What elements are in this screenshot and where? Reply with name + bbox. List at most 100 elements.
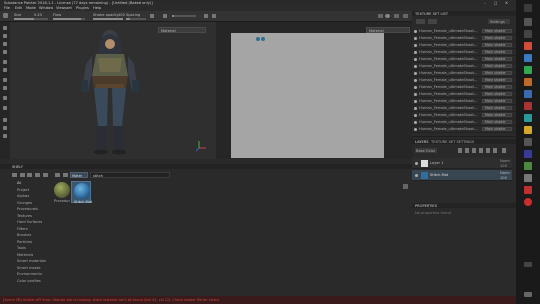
eye-icon[interactable] [414,120,417,124]
properties-toggle-icon[interactable] [3,134,7,138]
shelf-category-item[interactable]: Color profiles [17,279,41,283]
texture-set-row[interactable]: Human_Female_ultimateShoot... Main shader [412,98,516,105]
add-folder-icon[interactable] [486,148,490,153]
eye-icon[interactable] [415,174,418,177]
shader-dropdown[interactable]: Main shader [482,35,512,41]
size-slider[interactable] [14,18,48,20]
shelf-category-item[interactable]: Environments [17,272,42,276]
minimize-button[interactable]: – [484,1,486,5]
list-view-icon[interactable] [43,173,48,177]
shader-dropdown[interactable]: Main shader [482,105,512,111]
eye-icon[interactable] [414,78,417,82]
viewport-3d[interactable]: Material [10,22,216,159]
shader-dropdown[interactable]: Main shader [482,119,512,125]
polygon-fill-tool-icon[interactable] [3,86,7,90]
layers-toggle-icon[interactable] [3,126,7,130]
shader-dropdown[interactable]: Main shader [482,77,512,83]
shader-dropdown[interactable]: Main shader [482,49,512,55]
shelf-search-input[interactable]: stitch [90,172,170,178]
eye-icon[interactable] [414,57,417,61]
app-icon[interactable] [524,54,532,62]
shelf-category-item[interactable]: Textures [17,214,32,218]
app-icon[interactable] [524,90,532,98]
close-button[interactable]: ✕ [505,1,508,5]
tsl-sort-button[interactable] [428,19,437,24]
add-mask-icon[interactable] [472,148,476,153]
shelf-category-item[interactable]: Procedurals [17,207,38,211]
layer-blend[interactable]: Norm [500,159,510,163]
bake-tool-icon[interactable] [3,106,7,110]
maximize-button[interactable]: □ [494,1,497,5]
paint-tool-icon[interactable] [3,26,7,30]
eye-icon[interactable] [414,113,417,117]
texture-set-row[interactable]: Human_Female_ultimateShoot... Main shader [412,84,516,91]
shelf-category-item[interactable]: Smart materials [17,259,46,263]
eye-icon[interactable] [415,162,418,165]
start-icon[interactable] [524,4,532,12]
app-icon[interactable] [524,186,532,194]
shelf-toggle-icon[interactable] [3,118,7,122]
display-settings-icon[interactable] [378,14,383,18]
shelf-category-item[interactable]: Brushes [17,233,31,237]
app-icon[interactable] [524,138,532,146]
texture-set-row[interactable]: Human_Female_ultimateShoot... Main shader [412,126,516,133]
layer-blend[interactable]: Norm [500,171,510,175]
eye-icon[interactable] [414,43,417,47]
viewport-3d-mode-dropdown[interactable]: Material [158,27,206,33]
tsl-filter-button[interactable] [416,19,425,24]
tsl-settings-dropdown[interactable]: Settings [488,19,510,24]
layer-row[interactable]: Layer 1 Norm 100 [412,158,512,169]
shader-dropdown[interactable]: Main shader [482,126,512,132]
filter-chip[interactable]: Mater [70,172,88,178]
app-icon[interactable] [524,66,532,74]
app-icon[interactable] [524,162,532,170]
shelf-category-item[interactable]: Tools [17,246,26,250]
layer-opacity[interactable]: 100 [500,176,507,180]
camera-icon[interactable] [204,14,208,18]
shader-dropdown[interactable]: Main shader [482,98,512,104]
eraser-tool-icon[interactable] [3,34,7,38]
screenshot-icon[interactable] [394,14,399,18]
import-icon[interactable] [20,173,25,177]
menu-viewport[interactable]: Viewport [56,6,72,10]
grid-view-icon[interactable] [35,173,40,177]
shader-dropdown[interactable]: Main shader [482,112,512,118]
app-icon[interactable] [524,78,532,86]
app-icon[interactable] [524,114,532,122]
texture-set-row[interactable]: Human_Female_ultimateShoot... Main shader [412,42,516,49]
app-icon[interactable] [524,150,532,158]
render-icon[interactable] [403,14,408,18]
notification-icon[interactable] [524,292,532,297]
eye-icon[interactable] [414,99,417,103]
menu-edit[interactable]: Edit [15,6,22,10]
filter-icon[interactable] [55,173,60,177]
shader-dropdown[interactable]: Main shader [482,63,512,69]
geometry-decal-tool-icon[interactable] [3,50,7,54]
uv-canvas[interactable] [231,33,384,158]
task-view-icon[interactable] [524,30,532,38]
clone-tool-icon[interactable] [3,68,7,72]
eye-icon[interactable] [414,71,417,75]
shader-dropdown[interactable]: Main shader [482,84,512,90]
shader-dropdown[interactable]: Main shader [482,70,512,76]
texture-set-row[interactable]: Human_Female_ultimateShoot... Main shader [412,28,516,35]
add-paint-layer-icon[interactable] [458,148,462,153]
flow-slider[interactable] [53,18,85,20]
duplicate-layer-icon[interactable] [493,148,497,153]
shelf-category-item[interactable]: Project [17,188,29,192]
shelf-category-item[interactable]: Alphas [17,194,29,198]
shelf-category-item[interactable]: Filters [17,227,28,231]
smudge-tool-icon[interactable] [3,60,7,64]
tab-layers[interactable]: LAYERS [415,140,429,144]
texture-set-row[interactable]: Human_Female_ultimateShoot... Main shader [412,35,516,42]
search-icon[interactable] [524,18,532,26]
stroke-opacity-slider[interactable] [93,18,123,20]
eye-icon[interactable] [414,106,417,110]
grid-icon[interactable] [212,14,216,18]
menu-file[interactable]: File [4,6,10,10]
eye-icon[interactable] [414,64,417,68]
texture-set-row[interactable]: Human_Female_ultimateShoot... Main shader [412,112,516,119]
eye-icon[interactable] [414,50,417,54]
folder-icon[interactable] [12,173,17,177]
refresh-icon[interactable] [63,173,68,177]
